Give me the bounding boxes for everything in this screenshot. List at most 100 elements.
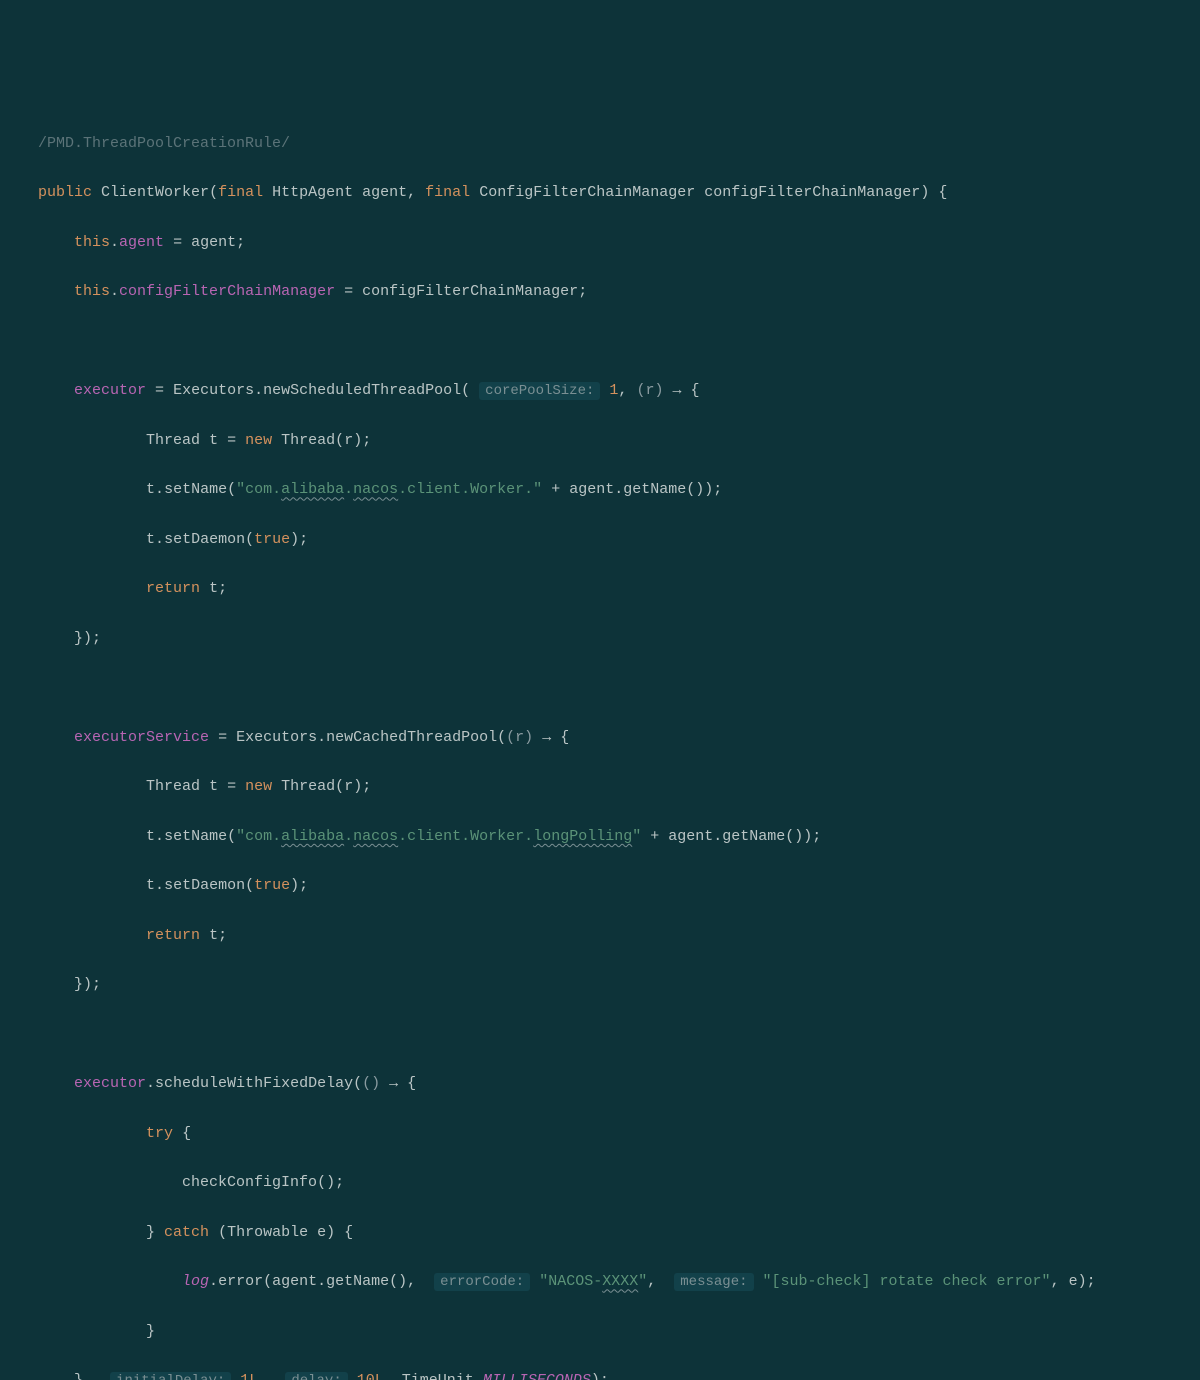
field: executor (74, 382, 146, 399)
variable: t (146, 481, 155, 498)
arrow: → (389, 1075, 398, 1092)
operator: + (542, 481, 569, 498)
method-name: ClientWorker (101, 184, 209, 201)
lambda-param: (r) (636, 382, 663, 399)
static-field: log (182, 1273, 209, 1290)
punct: }); (74, 630, 101, 647)
number: 1L (240, 1372, 258, 1380)
variable: t (146, 828, 155, 845)
code-line: log.error(agent.getName(), errorCode: "N… (0, 1270, 1200, 1295)
variable: r (344, 432, 353, 449)
method-call: setDaemon (164, 877, 245, 894)
code-line: return t; (0, 577, 1200, 602)
code-line: t.setDaemon(true); (0, 528, 1200, 553)
code-editor[interactable]: /PMD.ThreadPoolCreationRule/ public Clie… (0, 107, 1200, 1380)
variable: r (344, 778, 353, 795)
variable: e (1069, 1273, 1078, 1290)
punct: }, (74, 1372, 101, 1380)
code-line: /PMD.ThreadPoolCreationRule/ (0, 132, 1200, 157)
string: .client.Worker." (398, 481, 542, 498)
variable: t (209, 927, 218, 944)
variable: agent (191, 234, 236, 251)
constructor: Thread (281, 778, 335, 795)
keyword: catch (164, 1224, 209, 1241)
param: configFilterChainManager (704, 184, 920, 201)
parameter-hint: delay: (285, 1372, 347, 1380)
punct: } (146, 1323, 155, 1340)
type: Thread (146, 432, 200, 449)
keyword: return (146, 927, 200, 944)
code-line: } (0, 1320, 1200, 1345)
method-call: getName (722, 828, 785, 845)
arrow: → (542, 729, 551, 746)
parameter-hint: message: (674, 1273, 753, 1291)
method-call: scheduleWithFixedDelay (155, 1075, 353, 1092)
string-underline: longPolling (533, 828, 632, 845)
variable: agent (668, 828, 713, 845)
lambda-param: () (362, 1075, 380, 1092)
field: executor (74, 1075, 146, 1092)
method-call: newCachedThreadPool (326, 729, 497, 746)
type: Throwable (227, 1224, 308, 1241)
variable: agent (272, 1273, 317, 1290)
method-call: setName (164, 481, 227, 498)
variable: t (209, 580, 218, 597)
field: executorService (74, 729, 209, 746)
code-line: } catch (Throwable e) { (0, 1221, 1200, 1246)
variable: t (209, 432, 218, 449)
code-line: try { (0, 1122, 1200, 1147)
string-underline: alibaba (281, 481, 344, 498)
string-underline: nacos (353, 828, 398, 845)
code-line: this.configFilterChainManager = configFi… (0, 280, 1200, 305)
parameter-hint: initialDelay: (110, 1372, 231, 1380)
operator: + (641, 828, 668, 845)
parameter-hint: errorCode: (434, 1273, 530, 1291)
code-line: }); (0, 627, 1200, 652)
lambda-param: (r) (506, 729, 533, 746)
keyword: new (245, 778, 272, 795)
method-call: setDaemon (164, 531, 245, 548)
keyword: new (245, 432, 272, 449)
class: Executors (236, 729, 317, 746)
type: HttpAgent (272, 184, 353, 201)
variable: e (317, 1224, 326, 1241)
string: . (344, 828, 353, 845)
type: Thread (146, 778, 200, 795)
code-line: }); (0, 973, 1200, 998)
string-underline: alibaba (281, 828, 344, 845)
keyword: final (218, 184, 263, 201)
field: configFilterChainManager (119, 283, 335, 300)
code-line: Thread t = new Thread(r); (0, 775, 1200, 800)
string: . (344, 481, 353, 498)
type: ConfigFilterChainManager (479, 184, 695, 201)
method-call: getName (623, 481, 686, 498)
variable: t (146, 877, 155, 894)
blank-line (0, 1023, 1200, 1048)
method-call: error (218, 1273, 263, 1290)
method-call: getName (326, 1273, 389, 1290)
code-line: }, initialDelay: 1L, delay: 10L, TimeUni… (0, 1369, 1200, 1380)
keyword: return (146, 580, 200, 597)
arrow: → (672, 382, 681, 399)
string-underline: nacos (353, 481, 398, 498)
class: TimeUnit (402, 1372, 474, 1380)
variable: t (209, 778, 218, 795)
code-line: executor = Executors.newScheduledThreadP… (0, 379, 1200, 404)
blank-line (0, 330, 1200, 355)
keyword: try (146, 1125, 173, 1142)
variable: configFilterChainManager (362, 283, 578, 300)
boolean: true (254, 877, 290, 894)
code-line: Thread t = new Thread(r); (0, 429, 1200, 454)
code-line: return t; (0, 924, 1200, 949)
string: "com. (236, 828, 281, 845)
param: agent (362, 184, 407, 201)
code-line: public ClientWorker(final HttpAgent agen… (0, 181, 1200, 206)
keyword: this (74, 283, 110, 300)
code-line: executorService = Executors.newCachedThr… (0, 726, 1200, 751)
code-line: this.agent = agent; (0, 231, 1200, 256)
keyword: final (425, 184, 470, 201)
code-line: checkConfigInfo(); (0, 1171, 1200, 1196)
variable: t (146, 531, 155, 548)
code-line: t.setDaemon(true); (0, 874, 1200, 899)
code-line: t.setName("com.alibaba.nacos.client.Work… (0, 478, 1200, 503)
